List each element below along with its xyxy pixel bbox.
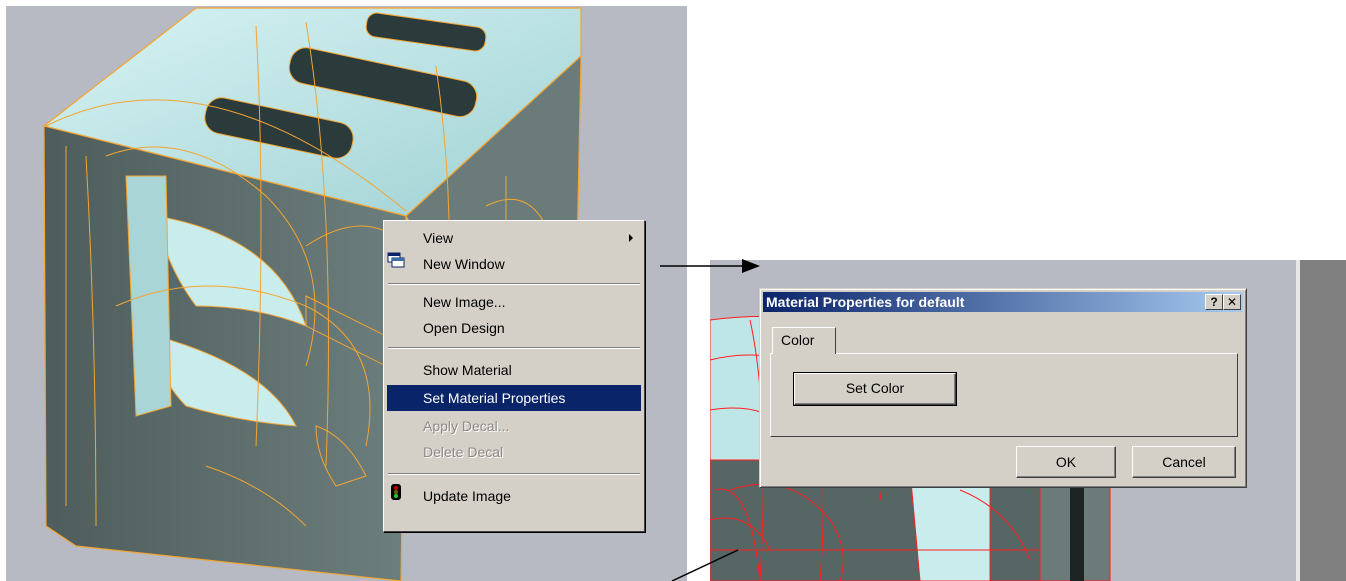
close-button[interactable]: ✕ xyxy=(1223,294,1241,310)
tab-color[interactable]: Color xyxy=(772,327,836,354)
menu-item-label: New Window xyxy=(423,256,505,272)
context-menu: View New Window New Image... Open Design… xyxy=(383,220,645,532)
set-color-button[interactable]: Set Color xyxy=(793,372,957,406)
traffic-light-icon xyxy=(391,484,401,500)
menu-item-label: Show Material xyxy=(423,362,512,378)
menu-item-label: View xyxy=(423,230,454,246)
menu-item-label: Set Material Properties xyxy=(423,390,566,406)
submenu-arrow-icon xyxy=(629,234,633,242)
menu-item-show-material[interactable]: Show Material xyxy=(387,357,641,383)
menu-item-label: New Image... xyxy=(423,294,506,310)
menu-separator xyxy=(388,473,640,475)
menu-item-label: Update Image xyxy=(423,488,511,504)
menu-item-open-design[interactable]: Open Design xyxy=(387,315,641,341)
menu-item-view[interactable]: View xyxy=(387,225,641,251)
menu-item-apply-decal: Apply Decal... xyxy=(387,413,641,439)
menu-item-update-image[interactable]: Update Image xyxy=(387,483,641,509)
menu-item-label: Delete Decal xyxy=(423,444,504,460)
left-3d-viewport[interactable]: View New Window New Image... Open Design… xyxy=(6,6,687,581)
menu-separator xyxy=(388,283,640,285)
material-properties-dialog: Material Properties for default ? ✕ Colo… xyxy=(759,288,1247,488)
cancel-button[interactable]: Cancel xyxy=(1132,446,1236,478)
tab-label: Color xyxy=(781,332,815,348)
menu-item-label: Apply Decal... xyxy=(423,418,510,434)
menu-item-new-window[interactable]: New Window xyxy=(387,251,641,277)
menu-item-set-material-properties[interactable]: Set Material Properties xyxy=(387,385,641,411)
help-button[interactable]: ? xyxy=(1205,294,1223,310)
dialog-title: Material Properties for default xyxy=(766,294,965,310)
ok-button[interactable]: OK xyxy=(1016,446,1116,478)
new-window-icon xyxy=(387,252,405,268)
menu-separator xyxy=(388,347,640,349)
side-panel xyxy=(1300,260,1346,581)
menu-item-new-image[interactable]: New Image... xyxy=(387,289,641,315)
menu-item-label: Open Design xyxy=(423,320,505,336)
menu-item-delete-decal: Delete Decal xyxy=(387,439,641,465)
dialog-title-bar[interactable]: Material Properties for default ? ✕ xyxy=(763,292,1243,312)
